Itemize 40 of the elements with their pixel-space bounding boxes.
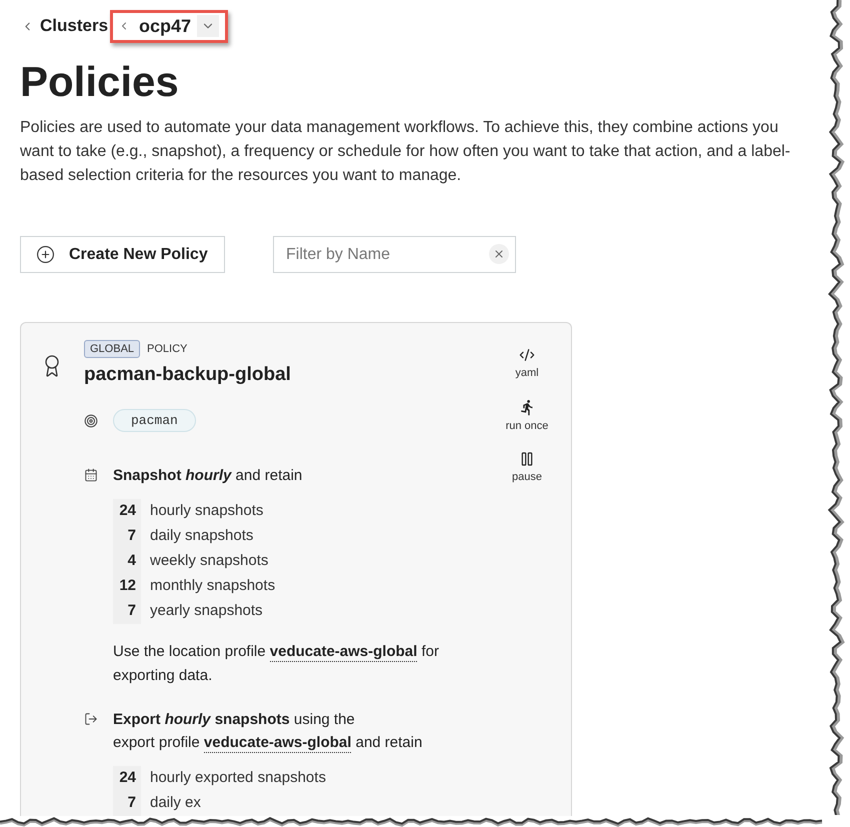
retention-label: monthly snapshots (149, 576, 276, 596)
retention-label: weekly snapshots (149, 551, 268, 572)
retention-count: 24 (113, 499, 141, 524)
retention-label: yearly snapshots (149, 601, 263, 622)
policy-type-label: POLICY (147, 342, 188, 357)
retention-label: hourly exported snapshots (149, 768, 326, 788)
cluster-dropdown-button[interactable] (197, 15, 220, 37)
snapshot-schedule-text: Snapshot hourly and retain (113, 466, 304, 486)
retention-count: 24 (113, 766, 141, 791)
close-icon (493, 248, 505, 260)
page-title: Policies (20, 60, 180, 104)
retention-label: hourly snapshots (149, 501, 264, 522)
retention-count: 12 (113, 574, 141, 599)
retention-count: 7 (113, 524, 141, 549)
cluster-name: ocp47 (139, 14, 192, 38)
run-once-button[interactable]: run once (506, 399, 548, 451)
profile-link[interactable]: veducate-aws-global (270, 643, 418, 662)
yaml-button[interactable]: yaml (515, 347, 539, 399)
policy-name: pacman-backup-global (84, 363, 292, 387)
retention-label: daily snapshots (149, 526, 254, 546)
filter-field[interactable]: Filter by Name (273, 236, 516, 273)
target-icon (84, 414, 98, 428)
page-description: Policies are used to automate your data management workflows. To achieve this, they combine actions you want to take (e.g., snapshot), a frequency or schedule for how often you want to take that action, and a label-based selection criteria for the resources you want to manage. (20, 118, 792, 186)
plus-circle-icon (36, 245, 55, 264)
label-tag: pacman (113, 409, 196, 432)
running-person-icon (518, 399, 536, 416)
code-icon (518, 347, 535, 363)
pause-icon (518, 451, 535, 467)
create-policy-button[interactable]: Create New Policy (20, 236, 225, 273)
scope-badge: GLOBAL (84, 340, 140, 358)
retention-count: 4 (113, 549, 141, 574)
profile-link[interactable]: veducate-aws-global (204, 734, 352, 753)
location-profile-note: Use the location profile veducate-aws-global for exporting data. (113, 642, 440, 686)
retention-count: 7 (113, 599, 141, 624)
retention-label: daily ex (149, 793, 201, 814)
export-schedule-text: Export hourly snapshots using the export profile veducate-aws-global and retain (113, 710, 422, 754)
calendar-icon (84, 468, 98, 482)
breadcrumb-link[interactable]: Clusters (21, 13, 108, 39)
pause-button[interactable]: pause (512, 451, 542, 503)
retention-count: 7 (113, 791, 141, 816)
